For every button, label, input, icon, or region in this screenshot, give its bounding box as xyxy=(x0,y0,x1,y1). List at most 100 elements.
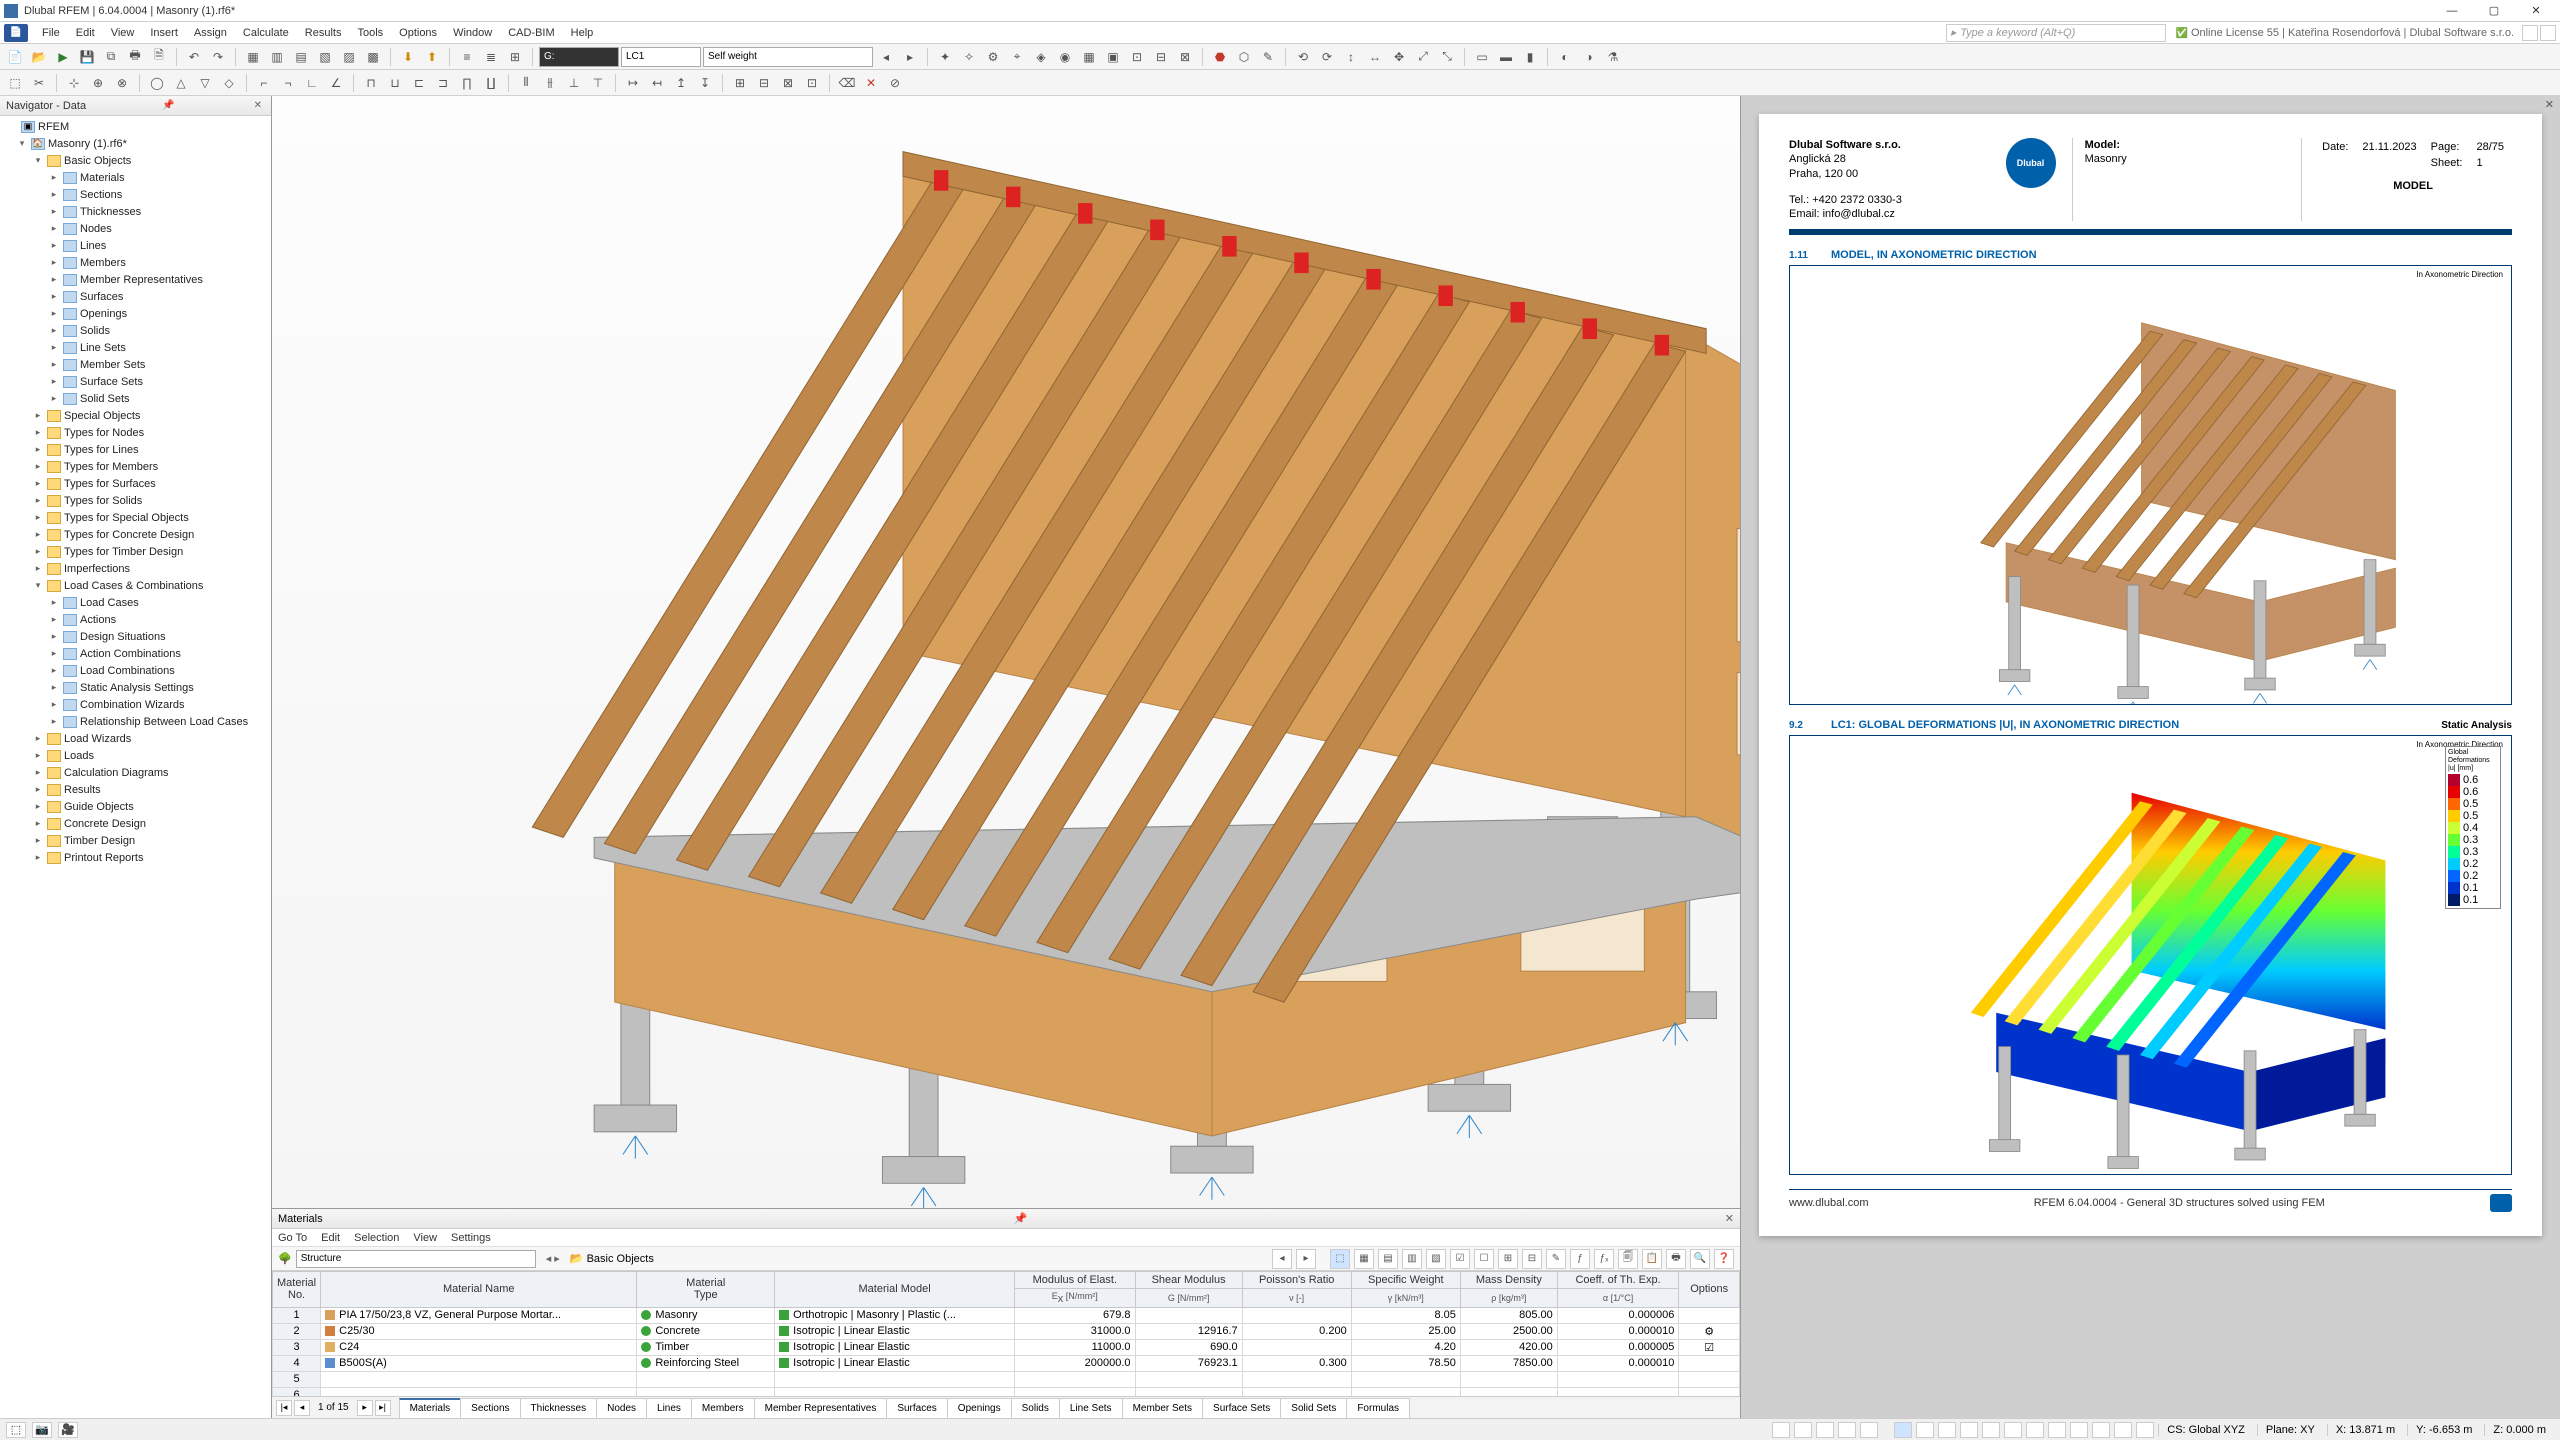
mt-b15-icon[interactable]: 🔍 xyxy=(1690,1249,1710,1269)
t2-34-icon[interactable]: ⊘ xyxy=(884,72,906,94)
sb-i16-icon[interactable] xyxy=(2114,1422,2132,1438)
r14-icon[interactable]: ✎ xyxy=(1257,46,1279,68)
col-no[interactable]: MaterialNo. xyxy=(273,1272,321,1308)
t2-23-icon[interactable]: ⊤ xyxy=(587,72,609,94)
t2-14-icon[interactable]: ⊓ xyxy=(360,72,382,94)
tab-next-icon[interactable]: ▸ xyxy=(357,1400,373,1416)
analysis-type-combo[interactable]: G: xyxy=(539,47,619,67)
tree-group[interactable]: ▸Types for Special Objects xyxy=(2,509,269,526)
loadcase-name-combo[interactable]: Self weight xyxy=(703,47,873,67)
view6-icon[interactable]: ▩ xyxy=(362,46,384,68)
mat-menu-goto[interactable]: Go To xyxy=(278,1232,307,1244)
r26-icon[interactable]: ◑ xyxy=(1578,46,1600,68)
table-row[interactable]: 1PIA 17/50/23,8 VZ, General Purpose Mort… xyxy=(273,1307,1740,1323)
tree-group[interactable]: ▸Load Wizards xyxy=(2,730,269,747)
r27-icon[interactable]: ⚗ xyxy=(1602,46,1624,68)
tab-prev-icon[interactable]: ◂ xyxy=(294,1400,310,1416)
menu-assign[interactable]: Assign xyxy=(186,22,235,43)
t2-21-icon[interactable]: ⫵ xyxy=(539,72,561,94)
col-model[interactable]: Material Model xyxy=(775,1272,1015,1308)
tree-leaf[interactable]: ▸Load Combinations xyxy=(2,662,269,679)
tree-group[interactable]: ▸Special Objects xyxy=(2,407,269,424)
tree-leaf[interactable]: ▸Nodes xyxy=(2,220,269,237)
mat-tab[interactable]: Materials xyxy=(399,1398,462,1418)
maximize-button[interactable]: ▢ xyxy=(2474,1,2514,21)
tree-group[interactable]: ▸Timber Design xyxy=(2,832,269,849)
sb-i2-icon[interactable] xyxy=(1794,1422,1812,1438)
tree-group[interactable]: ▾Basic Objects xyxy=(2,152,269,169)
sb-i11-icon[interactable] xyxy=(2004,1422,2022,1438)
tree-leaf[interactable]: ▸Design Situations xyxy=(2,628,269,645)
view3-icon[interactable]: ▤ xyxy=(290,46,312,68)
t2-6-icon[interactable]: ◯ xyxy=(146,72,168,94)
menu-options[interactable]: Options xyxy=(391,22,445,43)
mat-tab[interactable]: Lines xyxy=(646,1398,692,1418)
tree-leaf[interactable]: ▸Sections xyxy=(2,186,269,203)
r16-icon[interactable]: ⟳ xyxy=(1316,46,1338,68)
view4-icon[interactable]: ▧ xyxy=(314,46,336,68)
tree-leaf[interactable]: ▸Load Cases xyxy=(2,594,269,611)
minimize-button[interactable]: — xyxy=(2432,1,2472,21)
t2-17-icon[interactable]: ⊐ xyxy=(432,72,454,94)
model-viewport[interactable] xyxy=(272,96,1740,1208)
save-icon[interactable]: ▶ xyxy=(52,46,74,68)
r15-icon[interactable]: ⟲ xyxy=(1292,46,1314,68)
mat-tab[interactable]: Members xyxy=(691,1398,755,1418)
mt-b4-icon[interactable]: ▧ xyxy=(1426,1249,1446,1269)
t2-15-icon[interactable]: ⊔ xyxy=(384,72,406,94)
sb-i3-icon[interactable] xyxy=(1816,1422,1834,1438)
panel-pin-icon[interactable]: 📌 xyxy=(159,100,177,111)
tree-leaf[interactable]: ▸Line Sets xyxy=(2,339,269,356)
load2-icon[interactable]: ⬆ xyxy=(421,46,443,68)
mt-next-icon[interactable]: ▸ xyxy=(1296,1249,1316,1269)
r11-icon[interactable]: ⊠ xyxy=(1174,46,1196,68)
tree-leaf[interactable]: ▸Thicknesses xyxy=(2,203,269,220)
navigator-tree[interactable]: ▣RFEM ▾🏠Masonry (1).rf6* ▾Basic Objects▸… xyxy=(0,116,271,1418)
materials-close-icon[interactable]: 📌 xyxy=(1014,1212,1028,1225)
mat-menu-view[interactable]: View xyxy=(413,1232,437,1244)
r6-icon[interactable]: ◉ xyxy=(1054,46,1076,68)
tree-group[interactable]: ▸Guide Objects xyxy=(2,798,269,815)
col-weight[interactable]: Specific Weight xyxy=(1351,1272,1460,1289)
r3-icon[interactable]: ⚙ xyxy=(982,46,1004,68)
t2-19-icon[interactable]: ∐ xyxy=(480,72,502,94)
redo-icon[interactable]: ↷ xyxy=(207,46,229,68)
t2-20-icon[interactable]: ⫴ xyxy=(515,72,537,94)
tree-leaf[interactable]: ▸Action Combinations xyxy=(2,645,269,662)
t2-24-icon[interactable]: ↦ xyxy=(622,72,644,94)
open-icon[interactable]: 📂 xyxy=(28,46,50,68)
tree-leaf[interactable]: ▸Surfaces xyxy=(2,288,269,305)
mt-b12-icon[interactable]: 🗐 xyxy=(1618,1249,1638,1269)
report-icon[interactable]: 🗎 xyxy=(148,46,170,68)
file-tab-icon[interactable]: 📄 xyxy=(4,24,28,42)
sb-i6-icon[interactable] xyxy=(1894,1422,1912,1438)
sb-i17-icon[interactable] xyxy=(2136,1422,2154,1438)
menubar-restore-icon[interactable] xyxy=(2522,25,2538,41)
t2-18-icon[interactable]: ∏ xyxy=(456,72,478,94)
tree-leaf[interactable]: ▸Relationship Between Load Cases xyxy=(2,713,269,730)
mat-tab[interactable]: Member Sets xyxy=(1122,1398,1203,1418)
tree-leaf[interactable]: ▸Static Analysis Settings xyxy=(2,679,269,696)
tree-leaf[interactable]: ▸Materials xyxy=(2,169,269,186)
r13-icon[interactable]: ⬡ xyxy=(1233,46,1255,68)
tree-leaf[interactable]: ▸Solids xyxy=(2,322,269,339)
mat-menu-edit[interactable]: Edit xyxy=(321,1232,340,1244)
menu-cadbim[interactable]: CAD-BIM xyxy=(500,22,562,43)
keyword-search[interactable]: ▸ Type a keyword (Alt+Q) xyxy=(1946,24,2166,42)
mt-b10-icon[interactable]: ƒ xyxy=(1570,1249,1590,1269)
sb-i15-icon[interactable] xyxy=(2092,1422,2110,1438)
breadcrumb-basic-objects[interactable]: 📂 Basic Objects xyxy=(570,1252,654,1265)
t2-33-icon[interactable]: ✕ xyxy=(860,72,882,94)
loadcase-code-combo[interactable]: LC1 xyxy=(621,47,701,67)
mat-tab[interactable]: Surface Sets xyxy=(1202,1398,1281,1418)
tree-group[interactable]: ▸Imperfections xyxy=(2,560,269,577)
t2-31-icon[interactable]: ⊡ xyxy=(801,72,823,94)
t2-12-icon[interactable]: ∟ xyxy=(301,72,323,94)
mt-prev-icon[interactable]: ◂ xyxy=(1272,1249,1292,1269)
r9-icon[interactable]: ⊡ xyxy=(1126,46,1148,68)
mat-tab[interactable]: Solids xyxy=(1011,1398,1060,1418)
r5-icon[interactable]: ◈ xyxy=(1030,46,1052,68)
structure-combo[interactable]: Structure xyxy=(296,1250,536,1268)
r23-icon[interactable]: ▬ xyxy=(1495,46,1517,68)
menu-help[interactable]: Help xyxy=(563,22,602,43)
